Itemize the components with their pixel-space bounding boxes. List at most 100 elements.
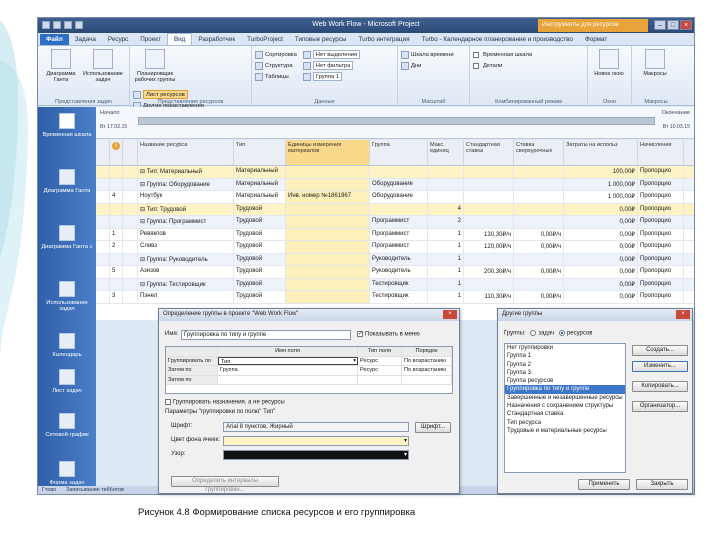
resource-name-cell[interactable]: ⊟ Группа: Тестировщик [138, 278, 234, 290]
highlight-dropdown[interactable]: Нет выделения [302, 49, 361, 60]
ovt-rate-cell[interactable] [514, 166, 564, 178]
list-item[interactable]: Группа 1 [505, 352, 625, 360]
group-header-row[interactable]: ⊟ Группа: Оборудование Материальный Оборуд… [96, 178, 694, 191]
cost-use-cell[interactable]: 0,00₽ [564, 241, 638, 253]
col-cost-use-header[interactable]: Затраты на использ [564, 140, 638, 165]
gantt-chart-button[interactable]: Диаграмма Ганта [41, 49, 81, 83]
list-item[interactable]: Группа 2 [505, 361, 625, 369]
cost-use-cell[interactable]: 1 000,00₽ [564, 191, 638, 203]
resource-name-cell[interactable]: ⊟ Группа: Программист [138, 216, 234, 228]
resource-name-cell[interactable]: Ревякпов [138, 228, 234, 240]
new-window-button[interactable]: Новое окно [591, 49, 627, 77]
cost-use-cell[interactable]: 0,00₽ [564, 216, 638, 228]
cell-bg-dropdown[interactable]: ▾ [223, 436, 409, 446]
view-bar-task-sheet[interactable]: Лист задач [38, 369, 96, 407]
max-units-cell[interactable]: 1 [428, 291, 464, 303]
type-cell[interactable]: Трудовой [234, 241, 286, 253]
group-field-row[interactable]: Затем по [166, 375, 452, 385]
units-cell[interactable] [286, 278, 370, 290]
accrue-cell[interactable]: Пропорцио [638, 241, 684, 253]
accrue-cell[interactable]: Пропорцио [638, 266, 684, 278]
view-bar-network[interactable]: Сетевой график [38, 413, 96, 455]
list-item[interactable]: Стандартная ставка [505, 410, 625, 418]
tab-view[interactable]: Вид [166, 33, 193, 45]
group-name-input[interactable]: Группировка по типу и группе [181, 330, 351, 340]
std-rate-cell[interactable]: 130,30₽/ч [464, 228, 514, 240]
group-header-row[interactable]: ⊟ Тип: Трудовой Трудовой 4 0,00₽ Пропорцио [96, 203, 694, 216]
type-cell[interactable]: Трудовой [234, 266, 286, 278]
tab-turboproject[interactable]: TurboProject [241, 34, 289, 45]
std-rate-cell[interactable] [464, 178, 514, 190]
list-item[interactable]: Трудовые и материальные ресурсы [505, 427, 625, 435]
group-field-row[interactable]: Затем по Группа Ресурс По возрастанию [166, 366, 452, 376]
type-cell[interactable]: Трудовой [234, 278, 286, 290]
accrue-cell[interactable]: Пропорцио [638, 178, 684, 190]
resources-radio[interactable] [558, 330, 565, 336]
minimize-icon[interactable]: – [654, 20, 666, 30]
max-units-cell[interactable] [428, 166, 464, 178]
group-cell[interactable]: Тестировщик [370, 291, 428, 303]
tab-developer[interactable]: Разработчик [192, 34, 241, 45]
ovt-rate-cell[interactable] [514, 178, 564, 190]
std-rate-cell[interactable] [464, 216, 514, 228]
tables-button[interactable]: Таблицы [255, 71, 297, 82]
ovt-rate-cell[interactable]: 0,00₽/ч [514, 228, 564, 240]
type-cell[interactable]: Трудовой [234, 291, 286, 303]
cost-use-cell[interactable]: 0,00₽ [564, 253, 638, 265]
show-in-menu-checkbox[interactable]: Показывать в меню [357, 331, 420, 338]
edit-group-button[interactable]: Изменить... [632, 361, 688, 372]
close-button[interactable]: Закрыть [636, 479, 688, 490]
define-intervals-button[interactable]: Определить интервалы группировки... [171, 476, 279, 493]
units-cell[interactable] [286, 178, 370, 190]
group-header-row[interactable]: ⊟ Группа: Тестировщик Трудовой Тестировщик… [96, 278, 694, 291]
max-units-cell[interactable]: 1 [428, 266, 464, 278]
col-type-header[interactable]: Тип [234, 140, 286, 165]
tab-typical-resources[interactable]: Типовые ресурсы [289, 34, 353, 45]
cost-use-cell[interactable]: 100,00₽ [564, 166, 638, 178]
std-rate-cell[interactable] [464, 203, 514, 215]
view-bar-task-usage[interactable]: Использование задач [38, 281, 96, 331]
col-ovt-rate-header[interactable]: Ставка сверхурочных [514, 140, 564, 165]
max-units-cell[interactable] [428, 191, 464, 203]
outline-button[interactable]: Структура [255, 60, 297, 71]
group-cell[interactable]: Программист [370, 241, 428, 253]
std-rate-cell[interactable] [464, 191, 514, 203]
accrue-cell[interactable]: Пропорцио [638, 291, 684, 303]
macros-button[interactable]: Макросы [635, 49, 675, 77]
max-units-cell[interactable]: 1 [428, 278, 464, 290]
copy-group-button[interactable]: Копировать... [632, 381, 688, 392]
table-row[interactable]: 5 Азизов Трудовой Руководитель 1 200,30₽/ч 0,0… [96, 266, 694, 279]
tab-format[interactable]: Формат [579, 34, 613, 45]
task-usage-button[interactable]: Использование задач [83, 49, 123, 83]
col-accrue-header[interactable]: Начисление [638, 140, 684, 165]
units-cell[interactable] [286, 291, 370, 303]
cost-use-cell[interactable]: 0,00₽ [564, 291, 638, 303]
resource-name-cell[interactable]: Азизов [138, 266, 234, 278]
std-rate-cell[interactable] [464, 166, 514, 178]
ovt-rate-cell[interactable] [514, 191, 564, 203]
view-bar-calendar[interactable]: Календарь [38, 333, 96, 363]
col-group-header[interactable]: Группа [370, 140, 428, 165]
ovt-rate-cell[interactable] [514, 203, 564, 215]
group-cell[interactable]: Руководитель [370, 266, 428, 278]
accrue-cell[interactable]: Пропорцио [638, 253, 684, 265]
type-cell[interactable]: Материальный [234, 178, 286, 190]
accrue-cell[interactable]: Пропорцио [638, 203, 684, 215]
resource-name-cell[interactable]: ⊟ Тип: Трудовой [138, 203, 234, 215]
new-group-button[interactable]: Создать... [632, 345, 688, 356]
units-cell[interactable] [286, 228, 370, 240]
accrue-cell[interactable]: Пропорцио [638, 191, 684, 203]
indicators-header[interactable]: i [110, 140, 123, 165]
std-rate-cell[interactable]: 200,30₽/ч [464, 266, 514, 278]
accrue-cell[interactable]: Пропорцио [638, 278, 684, 290]
group-assignments-checkbox[interactable]: Группировать назначения, а не ресурсы [165, 399, 285, 406]
timeline-bar[interactable] [138, 117, 655, 125]
table-row[interactable]: 3 Пэнел Трудовой Тестировщик 1 110,30₽/ч 0,00₽… [96, 291, 694, 304]
accrue-cell[interactable]: Пропорцио [638, 228, 684, 240]
ovt-rate-cell[interactable] [514, 216, 564, 228]
resource-name-cell[interactable]: Сливз [138, 241, 234, 253]
resource-name-cell[interactable]: Ноутбук [138, 191, 234, 203]
dialog-close-icon[interactable]: × [443, 310, 457, 319]
table-row[interactable]: 1 Ревякпов Трудовой Программист 1 130,30₽/ч 0,… [96, 228, 694, 241]
cost-use-cell[interactable]: 0,00₽ [564, 278, 638, 290]
